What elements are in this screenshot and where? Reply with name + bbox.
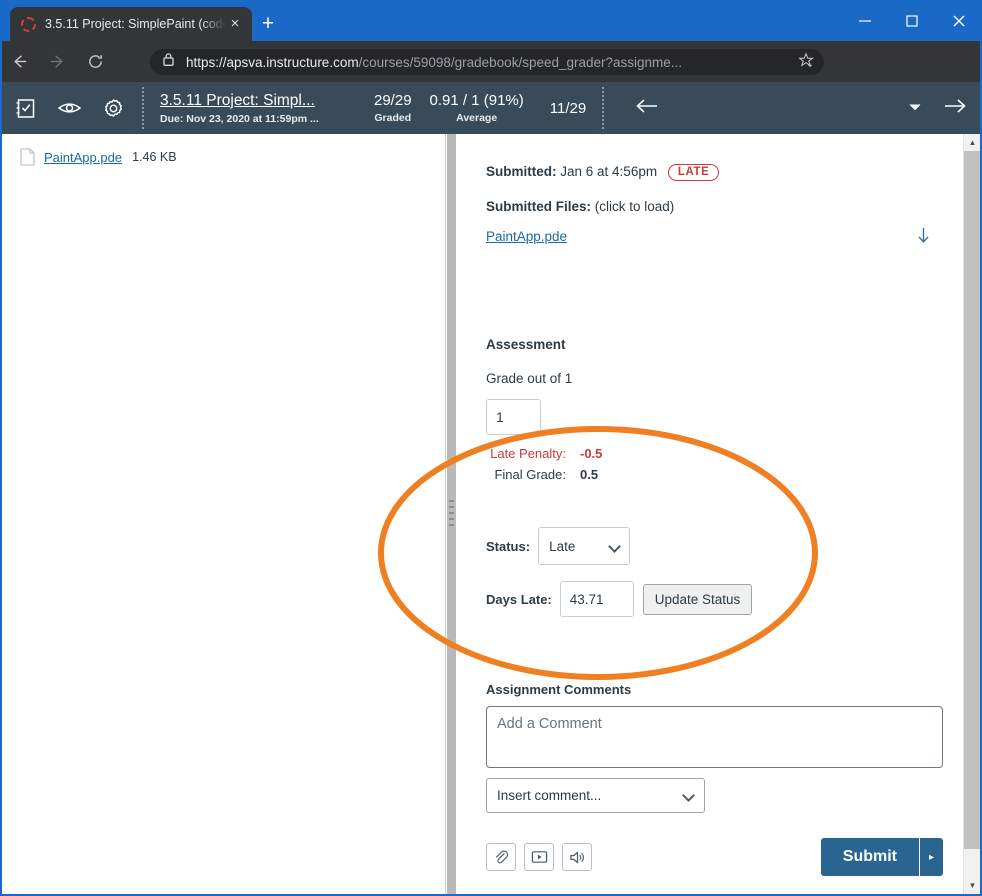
final-grade-label: Final Grade: <box>494 467 566 482</box>
grading-pane: Submitted: Jan 6 at 4:56pm LATE Submitte… <box>456 134 964 894</box>
late-penalty-label: Late Penalty: <box>490 446 566 461</box>
file-name-link[interactable]: PaintApp.pde <box>44 150 122 165</box>
scroll-down-button[interactable]: ▼ <box>964 877 980 894</box>
assessment-heading: Assessment <box>486 337 566 352</box>
reload-icon[interactable] <box>76 41 114 82</box>
comment-textarea[interactable] <box>486 706 943 768</box>
window-controls <box>841 0 982 41</box>
close-icon[interactable] <box>935 0 982 41</box>
paperclip-icon[interactable] <box>486 843 516 871</box>
header-divider-2 <box>602 87 605 129</box>
status-row: Status: Late <box>486 527 964 565</box>
stat-graded-label: Graded <box>374 112 412 124</box>
assignment-title[interactable]: 3.5.11 Project: Simpl... <box>160 92 356 110</box>
chevron-down-icon[interactable] <box>908 99 922 117</box>
update-status-button[interactable]: Update Status <box>642 583 753 615</box>
forward-arrow-icon <box>38 41 76 82</box>
speedgrader-header: 3.5.11 Project: Simpl... Due: Nov 23, 20… <box>0 82 982 134</box>
next-student-button[interactable] <box>942 97 968 120</box>
grade-breakdown: Late Penalty: -0.5 Final Grade: 0.5 <box>486 446 964 482</box>
file-list-item[interactable]: PaintApp.pde 1.46 KB <box>2 134 445 166</box>
submitted-files-hint: (click to load) <box>594 199 675 214</box>
status-label: Status: <box>486 538 531 554</box>
speedgrader-header-icons <box>0 95 126 121</box>
submitted-files-row: Submitted Files: (click to load) <box>486 199 964 214</box>
grade-input[interactable] <box>486 399 541 435</box>
days-late-input[interactable] <box>559 581 634 617</box>
student-position-count: 11/29 <box>549 99 587 117</box>
scroll-up-button[interactable]: ▲ <box>964 134 980 151</box>
stat-average-value: 0.91 / 1 (91%) <box>429 92 524 109</box>
download-arrow-icon[interactable] <box>915 226 932 249</box>
speaker-icon[interactable] <box>562 843 592 871</box>
submit-dropdown-button[interactable]: ▸ <box>919 838 943 876</box>
submit-button[interactable]: Submit <box>820 838 919 876</box>
days-late-label: Days Late: <box>486 591 552 607</box>
bookmark-star-icon[interactable] <box>798 51 816 73</box>
status-badge: LATE <box>667 164 720 181</box>
submitted-label: Submitted: <box>486 164 557 179</box>
video-icon[interactable] <box>524 843 554 871</box>
stat-average: 0.91 / 1 (91%) Average <box>430 92 524 124</box>
browser-window: 3.5.11 Project: SimplePaint (code × + ht… <box>0 0 982 896</box>
stat-graded: 29/29 Graded <box>374 92 412 124</box>
back-arrow-icon[interactable] <box>0 41 38 82</box>
eye-icon[interactable] <box>56 95 82 121</box>
final-grade-value: 0.5 <box>580 467 599 482</box>
gear-icon[interactable] <box>100 95 126 121</box>
late-penalty-value: -0.5 <box>580 446 603 461</box>
stat-graded-value: 29/29 <box>374 92 412 109</box>
previous-student-button[interactable] <box>634 97 660 120</box>
url-host: https://apsva.instructure.com <box>186 54 359 70</box>
new-tab-button[interactable]: + <box>255 11 281 37</box>
submitted-file-link[interactable]: PaintApp.pde <box>486 229 567 244</box>
maximize-icon[interactable] <box>888 0 935 41</box>
url-path: /courses/59098/gradebook/speed_grader?as… <box>358 54 683 70</box>
insert-comment-select[interactable]: Insert comment... <box>486 778 705 813</box>
lock-icon <box>162 52 177 72</box>
submitted-files-label: Submitted Files: <box>486 199 592 214</box>
gradebook-icon[interactable] <box>12 95 38 121</box>
days-late-row: Days Late: Update Status <box>486 581 964 617</box>
address-bar-text: https://apsva.instructure.com/courses/59… <box>186 55 798 70</box>
speedgrader-body: PaintApp.pde 1.46 KB Submitted: Jan 6 at… <box>2 134 980 894</box>
vertical-scrollbar[interactable]: ▲ ▼ <box>963 134 980 894</box>
submitted-file-link-row: PaintApp.pde <box>486 229 964 244</box>
assignment-info: 3.5.11 Project: Simpl... Due: Nov 23, 20… <box>160 92 356 125</box>
assignment-comments-heading: Assignment Comments <box>486 682 632 697</box>
browser-toolbar: https://apsva.instructure.com/courses/59… <box>0 41 982 117</box>
stat-average-label: Average <box>456 112 498 124</box>
submitted-row: Submitted: Jan 6 at 4:56pm LATE <box>486 164 964 181</box>
submitted-value: Jan 6 at 4:56pm <box>560 164 658 179</box>
status-select[interactable]: Late <box>538 527 631 565</box>
student-nav-right <box>908 82 968 134</box>
submission-preview-pane: PaintApp.pde 1.46 KB <box>2 134 446 894</box>
browser-tab[interactable]: 3.5.11 Project: SimplePaint (code × <box>10 7 252 41</box>
close-icon[interactable]: × <box>226 15 244 33</box>
browser-tab-title: 3.5.11 Project: SimplePaint (code <box>45 17 226 31</box>
grade-out-of-label: Grade out of 1 <box>486 371 573 386</box>
browser-tab-strip: 3.5.11 Project: SimplePaint (code × + <box>0 0 982 41</box>
assignment-due-date: Due: Nov 23, 2020 at 11:59pm ... <box>160 112 319 125</box>
splitter-grip[interactable] <box>449 500 454 527</box>
minimize-icon[interactable] <box>841 0 888 41</box>
file-size: 1.46 KB <box>132 150 177 164</box>
header-divider <box>142 87 144 129</box>
scrollbar-thumb[interactable] <box>964 151 980 849</box>
address-bar[interactable]: https://apsva.instructure.com/courses/59… <box>150 49 824 75</box>
loading-spinner-icon <box>21 16 36 32</box>
document-icon <box>20 148 35 166</box>
pane-splitter[interactable] <box>447 134 456 894</box>
comment-actions: Submit ▸ <box>486 838 943 876</box>
